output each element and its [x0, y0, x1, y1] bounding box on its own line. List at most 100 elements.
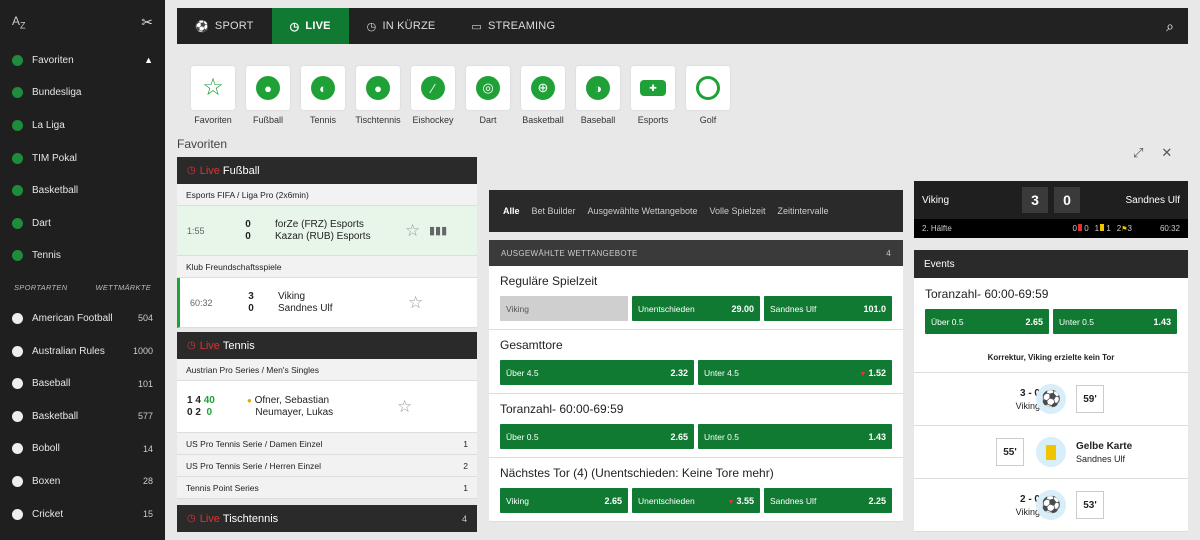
wettmaerkte-tab[interactable]: WETTMÄRKTE: [96, 283, 152, 292]
odd-button[interactable]: Viking 2.65: [500, 488, 628, 513]
team-home: Viking: [278, 290, 306, 302]
sport-tile-tischtennis[interactable]: ● Tischtennis: [355, 66, 401, 125]
odd-button[interactable]: Über 0.5 2.65: [500, 424, 694, 449]
match-row[interactable]: 1:55 00 forZe (FRZ) Esports Kazan (RUB) E…: [177, 206, 477, 256]
sport-tile-tennis[interactable]: ◐ Tennis: [300, 66, 346, 125]
az-sort-icon[interactable]: AZ: [12, 14, 26, 30]
odds-row: Über 0.5 2.65 Unter 0.5 1.43: [500, 424, 892, 449]
correction-note: Korrektur, Viking erzielte kein Tor: [914, 343, 1188, 373]
sidebar-item-laliga[interactable]: La Liga: [0, 109, 165, 142]
odd-button[interactable]: Über 4.5 2.32: [500, 360, 694, 385]
sidebar-item-tim-pokal[interactable]: TIM Pokal: [0, 142, 165, 175]
sidebar-sport-baseball[interactable]: Baseball 101: [0, 367, 165, 400]
chevron-up-icon[interactable]: ▲: [144, 55, 153, 65]
league-row[interactable]: Austrian Pro Series / Men's Singles: [177, 359, 477, 381]
nav-tab-in-kuerze[interactable]: ◷ IN KÜRZE: [349, 8, 454, 44]
sport-tile-golf[interactable]: Golf: [685, 66, 731, 125]
score-away: 0: [248, 302, 254, 314]
section-header-tischtennis[interactable]: ◷ Live Tischtennis 4: [177, 505, 477, 532]
market-title: Gesamttore: [500, 338, 563, 352]
events-header[interactable]: Events: [914, 250, 1188, 278]
search-icon[interactable]: ⌕: [1152, 8, 1188, 44]
nav-tab-sport[interactable]: ⚽ SPORT: [177, 8, 272, 44]
tab-bet-builder[interactable]: Bet Builder: [532, 206, 576, 216]
match-row[interactable]: 60:32 30 Viking Sandnes Ulf ☆: [177, 278, 477, 328]
sidebar-item-tennis[interactable]: Tennis: [0, 240, 165, 273]
live-label: Live: [199, 164, 220, 177]
favorite-star-icon[interactable]: ☆: [405, 221, 429, 241]
sidebar-sport-american-football[interactable]: American Football 504: [0, 302, 165, 335]
nav-tab-label: SPORT: [214, 20, 254, 32]
tab-ausgewaehlte[interactable]: Ausgewählte Wettangebote: [588, 206, 698, 216]
tab-volle-spielzeit[interactable]: Volle Spielzeit: [709, 206, 765, 216]
tools-icon[interactable]: ✂: [141, 14, 153, 31]
sport-tile-dart[interactable]: ◎ Dart: [465, 66, 511, 125]
stats-icon[interactable]: ▮▮▮: [429, 224, 447, 237]
market-section-header[interactable]: AUSGEWÄHLTE WETTANGEBOTE 4: [489, 240, 903, 266]
event-minute: 55': [996, 438, 1024, 466]
tile-box: ●: [356, 66, 400, 110]
sport-tile-label: Dart: [479, 115, 497, 125]
sidebar-sport-australian-rules[interactable]: Australian Rules 1000: [0, 335, 165, 368]
odd-button[interactable]: Unter 4.5 ▼ 1.52: [698, 360, 892, 385]
sidebar-item-basketball-fav[interactable]: Basketball: [0, 174, 165, 207]
sidebar-sport-boboll[interactable]: Boboll 14: [0, 433, 165, 466]
events-market: Toranzahl- 60:00-69:59 Über 0.5 2.65 Unte…: [914, 278, 1188, 343]
odd-button[interactable]: Unter 0.5 1.43: [1053, 309, 1177, 334]
live-label: Live: [199, 339, 220, 352]
event-info: Gelbe Karte Sandnes Ulf: [1076, 440, 1132, 465]
sidebar-sport-boxen[interactable]: Boxen 28: [0, 465, 165, 498]
odd-button[interactable]: Sandnes Ulf 2.25: [764, 488, 892, 513]
section-header-football[interactable]: ◷ Live Fußball: [177, 157, 477, 184]
odd-button[interactable]: Unentschieden 29.00: [632, 296, 760, 321]
sidebar-sport-cricket[interactable]: Cricket 15: [0, 498, 165, 531]
league-row[interactable]: US Pro Tennis Serie / Herren Einzel 2: [177, 455, 477, 477]
nav-tab-live[interactable]: ◷ LIVE: [271, 8, 349, 44]
match-row[interactable]: 1 4 40 0 2 0 ● Ofner, Sebastian Neumayer…: [177, 381, 477, 433]
league-row[interactable]: Klub Freundschaftsspiele: [177, 256, 477, 278]
sport-tile-label: Esports: [637, 115, 669, 125]
odd-button[interactable]: Unter 0.5 1.43: [698, 424, 892, 449]
odd-label: Über 0.5: [931, 316, 964, 327]
odd-button[interactable]: Unentschieden ▼ 3.55: [632, 488, 760, 513]
sidebar-item-bundesliga[interactable]: Bundesliga: [0, 77, 165, 110]
sport-tile-favoriten[interactable]: ☆ Favoriten: [190, 66, 236, 125]
sport-tile-esports[interactable]: ✚ Esports: [630, 66, 676, 125]
yellow-card-icon: [1036, 437, 1066, 467]
expand-icon[interactable]: ⤢: [1133, 145, 1143, 161]
odd-button[interactable]: Viking: [500, 296, 628, 321]
sport-tile-baseball[interactable]: ◑ Baseball: [575, 66, 621, 125]
odd-value: 1.52: [868, 367, 886, 378]
red-cards: 0 0: [1073, 224, 1089, 233]
close-icon[interactable]: ✕: [1161, 145, 1172, 161]
odd-button[interactable]: Sandnes Ulf 101.0: [764, 296, 892, 321]
sport-tile-basketball[interactable]: ⊕ Basketball: [520, 66, 566, 125]
event-row: 55' Gelbe Karte Sandnes Ulf: [914, 426, 1188, 479]
monitor-icon: ▭: [471, 20, 483, 33]
sport-tile-label: Tennis: [309, 115, 336, 125]
tile-box: ✚: [631, 66, 675, 110]
sport-label: Basketball: [32, 410, 79, 422]
odd-button[interactable]: Über 0.5 2.65: [925, 309, 1049, 334]
sportarten-tab[interactable]: SPORTARTEN: [14, 283, 67, 292]
red-away: 0: [1084, 224, 1089, 233]
sidebar-favorites-header[interactable]: Favoriten ▲: [0, 44, 165, 77]
section-header-tennis[interactable]: ◷ Live Tennis: [177, 332, 477, 359]
tab-zeitintervalle[interactable]: Zeitintervalle: [778, 206, 829, 216]
favorite-star-icon[interactable]: ☆: [408, 293, 432, 313]
sport-tile-fussball[interactable]: ● Fußball: [245, 66, 291, 125]
match-scores: 00: [241, 219, 255, 243]
odd-value: 1.43: [1153, 316, 1171, 327]
sport-tile-eishockey[interactable]: ⁄ Eishockey: [410, 66, 456, 125]
nav-tab-streaming[interactable]: ▭ STREAMING: [453, 8, 573, 44]
sidebar-sport-basketball[interactable]: Basketball 577: [0, 400, 165, 433]
tab-alle[interactable]: Alle: [503, 206, 520, 216]
sidebar-item-dart[interactable]: Dart: [0, 207, 165, 240]
football-icon: [12, 152, 23, 164]
league-row[interactable]: US Pro Tennis Serie / Damen Einzel 1: [177, 433, 477, 455]
favorite-star-icon[interactable]: ☆: [397, 397, 421, 417]
league-row[interactable]: Tennis Point Series 1: [177, 477, 477, 499]
league-row[interactable]: Esports FIFA / Liga Pro (2x6min): [177, 184, 477, 206]
football-icon: ●: [256, 76, 280, 100]
odd-label: Über 0.5: [506, 431, 539, 442]
